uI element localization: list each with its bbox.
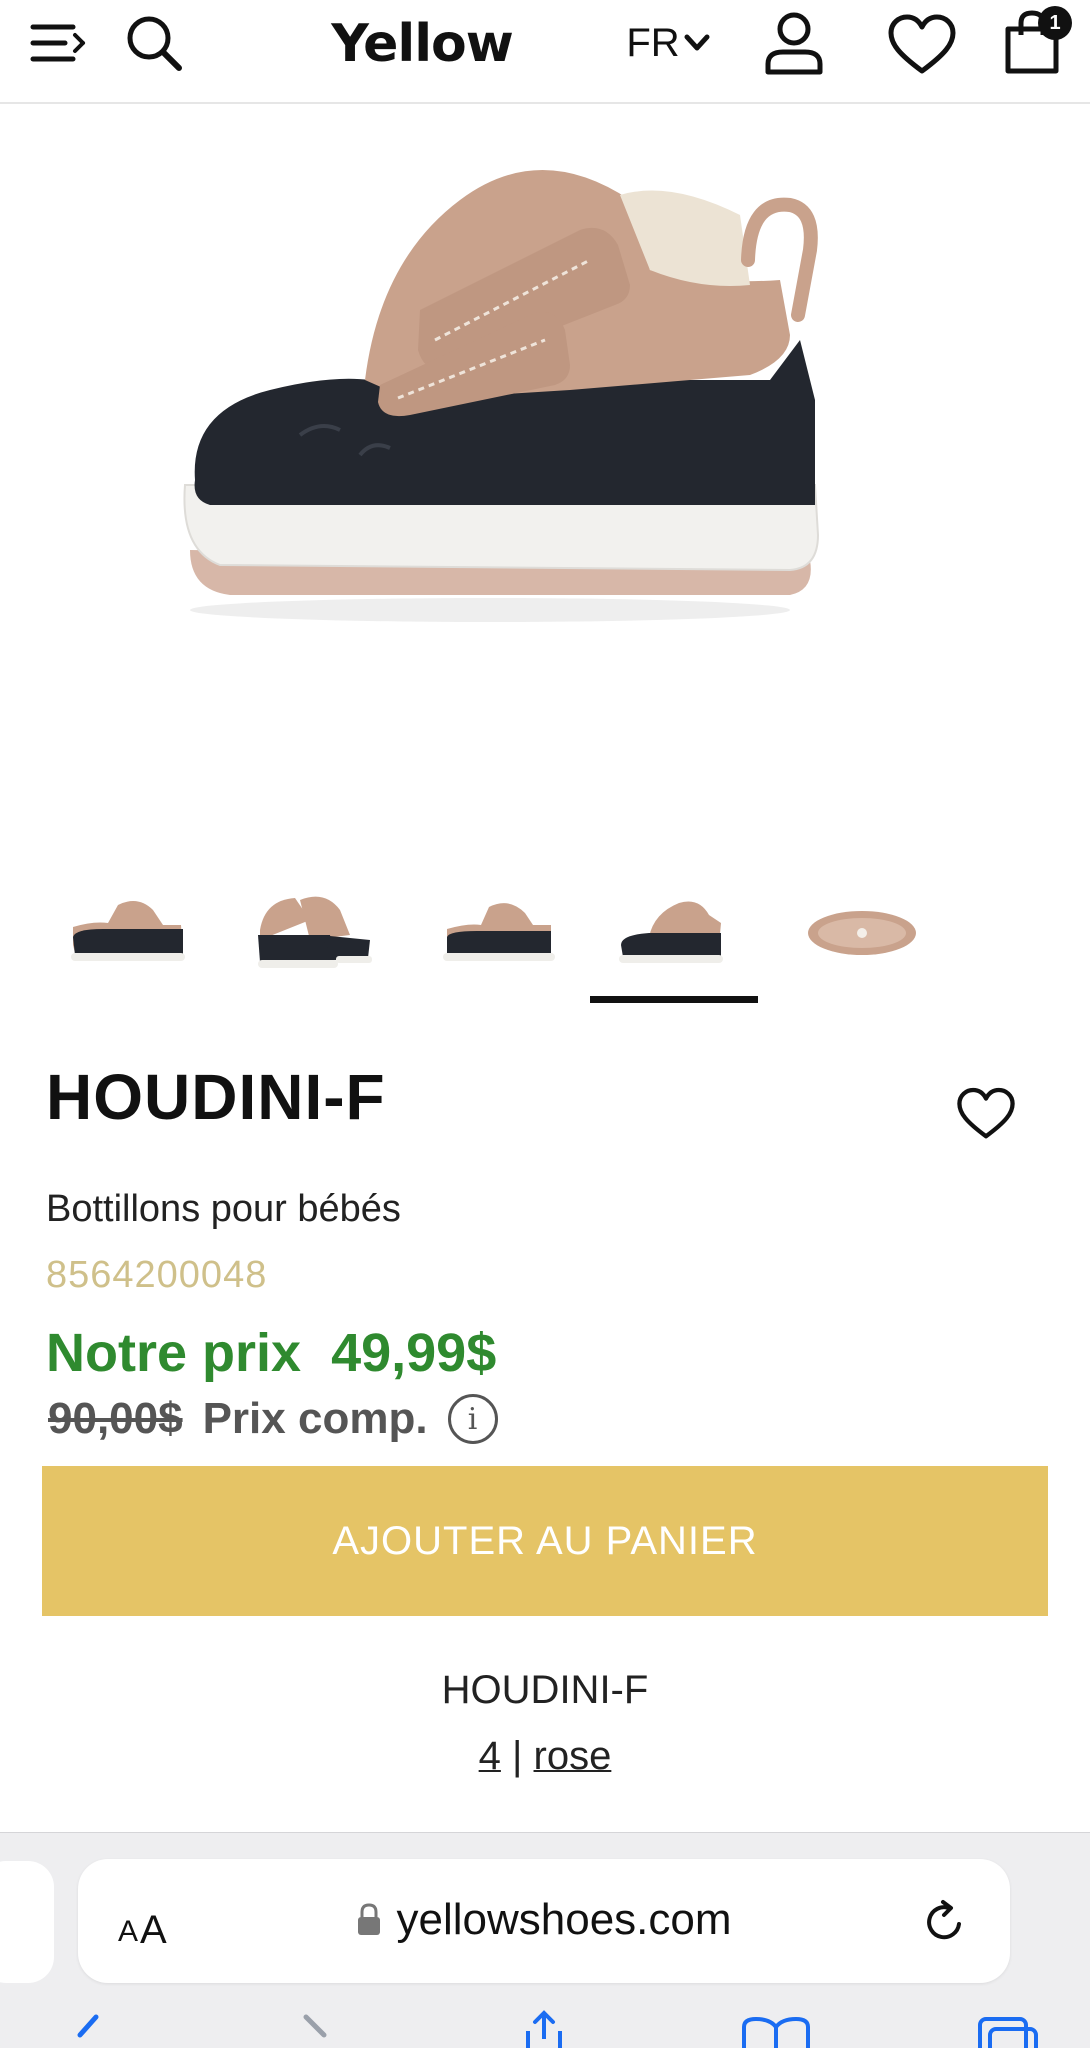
product-main-image[interactable]	[150, 140, 870, 660]
price-label: Notre prix	[46, 1323, 302, 1383]
site-header: Yellow FR 1	[0, 0, 1090, 104]
url-display[interactable]: yellowshoes.com	[78, 1887, 1010, 1953]
share-icon[interactable]	[504, 2009, 584, 2048]
price-row: Notre prix 49,99$	[46, 1322, 496, 1384]
menu-button[interactable]	[26, 14, 92, 72]
thumbnail-strip	[0, 870, 1090, 1020]
heart-icon	[957, 1087, 1015, 1139]
cart-button[interactable]: 1	[992, 4, 1072, 80]
cart-count-badge: 1	[1038, 6, 1072, 40]
url-text: yellowshoes.com	[396, 1895, 732, 1944]
compare-label: Prix comp.	[202, 1394, 428, 1443]
variant-separator: |	[512, 1734, 523, 1778]
previous-tab-preview[interactable]	[0, 1861, 54, 1983]
variant-name: HOUDINI-F	[441, 1668, 649, 1712]
menu-icon	[30, 24, 85, 62]
thumbnail-5[interactable]	[782, 870, 942, 990]
user-icon	[765, 12, 823, 75]
add-to-cart-button[interactable]: AJOUTER AU PANIER	[42, 1466, 1048, 1616]
back-icon[interactable]	[56, 2009, 136, 2048]
browser-nav-bar	[0, 2009, 1090, 2048]
heart-icon	[888, 14, 956, 74]
thumbnail-1[interactable]	[48, 870, 208, 990]
product-sku: 8564200048	[46, 1254, 268, 1296]
bookmarks-icon[interactable]	[736, 2009, 816, 2048]
active-thumbnail-indicator	[590, 996, 758, 1003]
original-price: 90,00$	[48, 1394, 183, 1443]
language-selector[interactable]: FR	[620, 14, 716, 72]
compare-price-row: 90,00$ Prix comp. i	[48, 1394, 498, 1444]
language-label: FR	[626, 20, 680, 65]
info-icon[interactable]: i	[447, 1394, 498, 1444]
chevron-down-icon	[684, 34, 710, 51]
add-to-wishlist-button[interactable]	[950, 1080, 1022, 1148]
current-price: 49,99$	[331, 1323, 497, 1383]
wishlist-button[interactable]	[880, 10, 964, 80]
site-logo[interactable]: Yellow	[292, 12, 552, 76]
reload-icon	[927, 1900, 961, 1940]
address-bar[interactable]: A A yellowshoes.com	[78, 1859, 1010, 1983]
browser-toolbar: A A yellowshoes.com	[0, 1832, 1090, 2048]
product-title: HOUDINI-F	[46, 1061, 386, 1133]
thumbnail-2[interactable]	[230, 870, 390, 990]
account-button[interactable]	[756, 8, 832, 78]
search-icon	[127, 16, 182, 71]
boot-illustration	[183, 170, 820, 622]
product-description: Bottillons pour bébés	[46, 1188, 401, 1230]
search-button[interactable]	[118, 12, 190, 74]
forward-icon[interactable]	[286, 2009, 366, 2048]
thumbnail-3[interactable]	[418, 870, 578, 990]
tabs-icon[interactable]	[966, 2009, 1046, 2048]
thumbnail-4[interactable]	[594, 870, 754, 990]
variant-size-link[interactable]: 4	[479, 1734, 501, 1778]
reload-button[interactable]	[916, 1893, 974, 1951]
variant-color-link[interactable]: rose	[534, 1734, 612, 1778]
lock-icon	[358, 1903, 381, 1935]
variant-details: 4 | rose	[0, 1734, 1090, 1779]
